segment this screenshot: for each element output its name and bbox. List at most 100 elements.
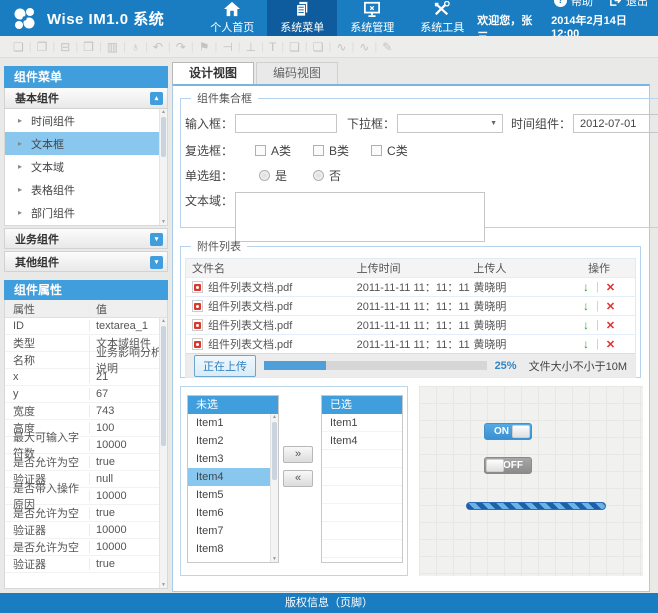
- property-row[interactable]: 验证器10000: [5, 522, 167, 539]
- property-row[interactable]: 宽度743: [5, 403, 167, 420]
- expand-icon[interactable]: ▾: [150, 233, 163, 246]
- menu-item-textarea[interactable]: ▸ 文本域: [5, 155, 167, 178]
- list-item[interactable]: Item4: [322, 432, 402, 450]
- list-item[interactable]: Item1: [322, 414, 402, 432]
- radio-option-yes[interactable]: 是: [259, 167, 287, 184]
- list-item[interactable]: Item2: [188, 432, 278, 450]
- checkbox-option-c[interactable]: C类: [371, 142, 408, 159]
- download-icon[interactable]: ↓: [583, 280, 589, 294]
- checkbox-icon[interactable]: [313, 145, 324, 156]
- scroll-up-icon[interactable]: ▲: [160, 318, 167, 324]
- nav-item-system-menu[interactable]: 系统菜单: [267, 0, 337, 36]
- property-row[interactable]: IDtextarea_1: [5, 318, 167, 335]
- scrollbar-thumb[interactable]: [161, 117, 166, 157]
- checkbox-option-a[interactable]: A类: [255, 142, 291, 159]
- toggle-knob[interactable]: [512, 425, 530, 438]
- nav-item-system-admin[interactable]: 系统管理: [337, 0, 407, 36]
- menu-item-table-component[interactable]: ▸ 表格组件: [5, 178, 167, 201]
- list-item-selected[interactable]: Item4: [188, 468, 278, 486]
- logout-link[interactable]: 退出: [609, 0, 648, 9]
- move-right-button[interactable]: »: [283, 446, 313, 463]
- move-left-button[interactable]: «: [283, 470, 313, 487]
- group-other-components[interactable]: 其他组件 ▾: [4, 251, 168, 272]
- nav-item-system-tools[interactable]: 系统工具: [407, 0, 477, 36]
- scrollbar-thumb[interactable]: [272, 422, 277, 480]
- scroll-up-icon[interactable]: ▲: [160, 109, 167, 115]
- tab-code-view[interactable]: 编码视图: [256, 62, 338, 84]
- edit-toolbar: ❏| ❐| ⊟| ❒| ▥| ♁| ↶| ↷| ⚑| ⊣| ⊥| T| ❏| ❏…: [0, 36, 658, 58]
- uploading-button[interactable]: 正在上传: [194, 355, 256, 377]
- list-item[interactable]: Item3: [188, 450, 278, 468]
- delete-icon[interactable]: ✕: [606, 319, 615, 332]
- toolbar-publish-icon[interactable]: ♁: [126, 37, 145, 57]
- help-link[interactable]: ? 帮助: [554, 0, 593, 9]
- radio-option-no[interactable]: 否: [313, 167, 341, 184]
- group-business-components[interactable]: 业务组件 ▾: [4, 228, 168, 249]
- list-item[interactable]: Item8: [188, 540, 278, 558]
- property-row[interactable]: 名称业务影响分析说明: [5, 352, 167, 369]
- toolbar-new-document-icon[interactable]: ❏: [8, 37, 29, 57]
- scroll-down-icon[interactable]: ▼: [160, 582, 167, 588]
- menu-scrollbar[interactable]: ▲ ▼: [159, 109, 167, 225]
- nav-item-home[interactable]: 个人首页: [197, 0, 267, 36]
- toolbar-undo-icon[interactable]: ↶: [148, 37, 168, 57]
- tab-design-view[interactable]: 设计视图: [172, 62, 254, 84]
- scrollbar-thumb[interactable]: [161, 326, 166, 446]
- property-row[interactable]: y67: [5, 386, 167, 403]
- radio-icon[interactable]: [313, 170, 324, 181]
- textarea-field[interactable]: [235, 192, 485, 242]
- toolbar-flag-icon[interactable]: ⚑: [194, 37, 215, 57]
- property-row[interactable]: 验证器true: [5, 556, 167, 573]
- toolbar-pencil-icon[interactable]: ✎: [377, 37, 397, 57]
- toolbar-curve-alt-icon[interactable]: ∿: [354, 37, 374, 57]
- scroll-down-icon[interactable]: ▼: [160, 219, 167, 225]
- source-list-scrollbar[interactable]: ▲ ▼: [270, 414, 278, 562]
- toolbar-align-left-icon[interactable]: ⊣: [217, 37, 237, 57]
- collapse-icon[interactable]: ▴: [150, 92, 163, 105]
- list-item[interactable]: Item6: [188, 504, 278, 522]
- toolbar-align-bottom-icon[interactable]: ⊥: [241, 37, 261, 57]
- property-row[interactable]: 是否允许为空10000: [5, 539, 167, 556]
- checkbox-icon[interactable]: [255, 145, 266, 156]
- toggle-switch-on[interactable]: ON: [484, 423, 532, 440]
- property-row[interactable]: 是否允许为空true: [5, 454, 167, 471]
- download-icon[interactable]: ↓: [583, 318, 589, 332]
- menu-item-textbox[interactable]: ▸ 文本框: [5, 132, 167, 155]
- toggle-knob[interactable]: [486, 459, 504, 472]
- expand-icon[interactable]: ▾: [150, 256, 163, 269]
- property-row[interactable]: x21: [5, 369, 167, 386]
- group-basic-components[interactable]: 基本组件 ▴: [4, 88, 168, 109]
- toolbar-delete-icon[interactable]: ▥: [102, 37, 123, 57]
- toolbar-document-info-icon[interactable]: ❏: [308, 37, 329, 57]
- list-item[interactable]: Item5: [188, 486, 278, 504]
- property-row[interactable]: 最大可输入字符数10000: [5, 437, 167, 454]
- toolbar-redo-icon[interactable]: ↷: [171, 37, 191, 57]
- delete-icon[interactable]: ✕: [606, 281, 615, 294]
- toggle-switch-off[interactable]: OFF: [484, 457, 532, 474]
- dropdown-select[interactable]: ▼: [397, 114, 503, 133]
- scroll-down-icon[interactable]: ▼: [271, 556, 278, 562]
- delete-icon[interactable]: ✕: [606, 300, 615, 313]
- toolbar-open-folder-icon[interactable]: ❐: [32, 37, 53, 57]
- properties-scrollbar[interactable]: ▲ ▼: [159, 318, 167, 588]
- radio-icon[interactable]: [259, 170, 270, 181]
- list-item[interactable]: Item7: [188, 522, 278, 540]
- menu-item-time-component[interactable]: ▸ 时间组件: [5, 109, 167, 132]
- checkbox-option-b[interactable]: B类: [313, 142, 349, 159]
- toolbar-text-icon[interactable]: T: [264, 37, 281, 57]
- download-icon[interactable]: ↓: [583, 299, 589, 313]
- toolbar-curve-icon[interactable]: ∿: [331, 37, 351, 57]
- property-row[interactable]: 是否允许为空true: [5, 505, 167, 522]
- property-row[interactable]: 是否带入操作原因10000: [5, 488, 167, 505]
- scroll-up-icon[interactable]: ▲: [271, 414, 278, 420]
- delete-icon[interactable]: ✕: [606, 338, 615, 351]
- toolbar-save-icon[interactable]: ⊟: [55, 37, 75, 57]
- menu-item-department-component[interactable]: ▸ 部门组件: [5, 201, 167, 224]
- date-input[interactable]: 2012-07-01 ▦: [573, 114, 658, 133]
- toolbar-edit-document-icon[interactable]: ❒: [78, 37, 99, 57]
- download-icon[interactable]: ↓: [583, 337, 589, 351]
- list-item[interactable]: Item1: [188, 414, 278, 432]
- checkbox-icon[interactable]: [371, 145, 382, 156]
- text-input[interactable]: [235, 114, 337, 133]
- toolbar-document-add-icon[interactable]: ❏: [284, 37, 305, 57]
